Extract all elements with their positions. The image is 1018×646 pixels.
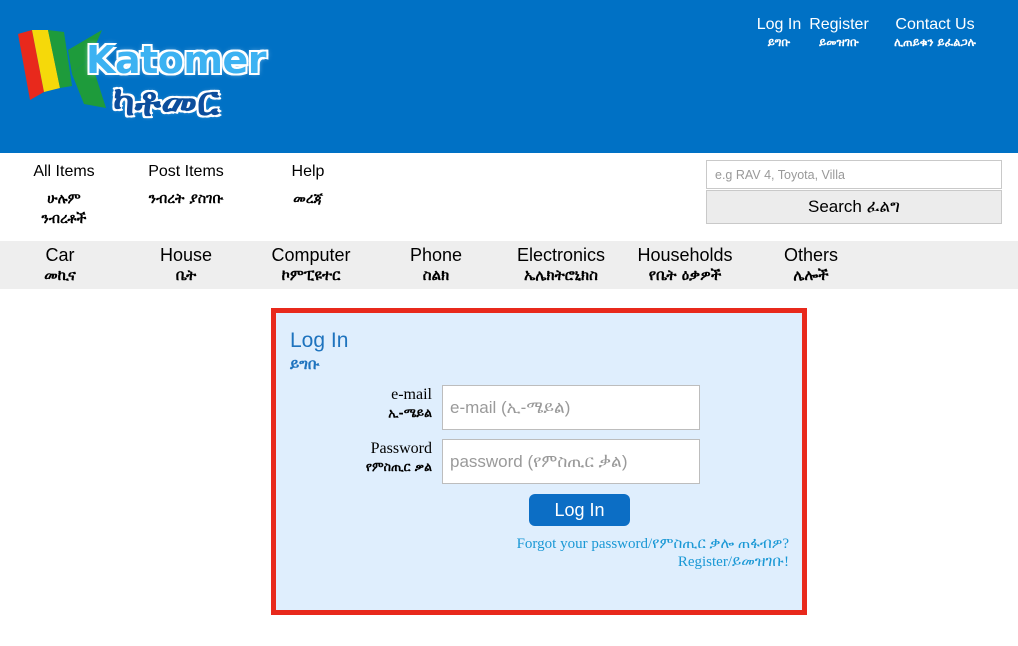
email-label: e-mail ኢ-ሜይል <box>388 386 432 422</box>
nav-all-items-label-am: ሁሉም ንብረቶች <box>41 191 87 227</box>
category-car-label-am: መኪና <box>44 266 76 284</box>
category-electronics-label-am: ኤሌክትሮኒክስ <box>524 266 598 284</box>
email-label-en: e-mail <box>391 386 432 403</box>
category-electronics[interactable]: Electronics ኤሌክትሮኒክስ <box>500 245 622 285</box>
nav-help-label: Help <box>291 163 325 180</box>
category-house-label-am: ቤት <box>175 266 197 284</box>
category-households[interactable]: Households የቤት ዕቃዎች <box>630 245 740 285</box>
category-others-label-am: ሌሎች <box>793 266 829 284</box>
header-register-label-am: ይመዝገቡ <box>819 35 859 49</box>
nav-all-items[interactable]: All Items ሁሉም ንብረቶች <box>24 163 104 229</box>
header-contact-label: Contact Us <box>895 16 975 33</box>
category-electronics-label: Electronics <box>516 245 606 265</box>
logo-wordmark: Katomer <box>86 38 266 82</box>
email-field[interactable] <box>442 385 700 430</box>
login-title: Log In ይግቡ <box>290 329 348 375</box>
password-label: Password የምስጢር ቃል <box>366 440 432 476</box>
login-title-en: Log In <box>290 329 349 352</box>
category-computer-label-am: ኮምፒዩተር <box>281 266 341 284</box>
forgot-password-link[interactable]: Forgot your password/የምስጢር ቃሎ ጠፋብዎ? <box>517 535 789 553</box>
login-submit-button[interactable]: Log In <box>529 494 630 526</box>
header-login-label-am: ይግቡ <box>767 35 791 49</box>
nav-post-items[interactable]: Post Items ንብረት ያስገቡ <box>128 163 244 209</box>
password-label-en: Password <box>370 440 432 457</box>
category-house[interactable]: House ቤት <box>146 245 226 285</box>
category-phone[interactable]: Phone ስልክ <box>396 245 476 285</box>
category-households-label: Households <box>637 245 733 265</box>
search-box: Search ፈልግ <box>706 160 1002 225</box>
password-label-am: የምስጢር ቃል <box>365 459 432 474</box>
category-phone-label: Phone <box>409 245 463 265</box>
site-logo[interactable]: Katomer ካቶመር <box>18 24 268 134</box>
main-nav: All Items ሁሉም ንብረቶች Post Items ንብረት ያስገቡ… <box>0 153 1018 241</box>
category-car[interactable]: Car መኪና <box>20 245 100 285</box>
category-bar: Car መኪና House ቤት Computer ኮምፒዩተር Phone ስ… <box>0 241 1018 289</box>
header-contact-label-am: ሊጠይቁን ይፈልጋሉ <box>894 35 976 49</box>
header-contact-link[interactable]: Contact Us ሊጠይቁን ይፈልጋሉ <box>874 16 996 51</box>
nav-all-items-label: All Items <box>33 163 95 180</box>
login-title-am: ይግቡ <box>290 355 320 373</box>
header-register-link[interactable]: Register ይመዝገቡ <box>805 16 873 51</box>
category-others[interactable]: Others ሌሎች <box>770 245 852 285</box>
search-input[interactable] <box>706 160 1002 189</box>
category-phone-label-am: ስልክ <box>422 266 450 284</box>
logo-wordmark-ethiopic: ካቶመር <box>113 79 220 125</box>
category-computer-label: Computer <box>271 245 351 265</box>
password-field[interactable] <box>442 439 700 484</box>
login-panel: Log In ይግቡ e-mail ኢ-ሜይል Password የምስጢር ቃ… <box>271 308 807 615</box>
category-car-label: Car <box>45 245 75 265</box>
nav-post-items-label-am: ንብረት ያስገቡ <box>148 191 224 207</box>
register-link[interactable]: Register/ይመዝገቡ! <box>678 553 789 571</box>
header-register-label: Register <box>809 16 869 33</box>
header-login-link[interactable]: Log In ይግቡ <box>752 16 806 51</box>
category-others-label: Others <box>783 245 839 265</box>
nav-help-label-am: መረጃ <box>293 191 323 207</box>
site-header: Katomer ካቶመር Log In ይግቡ Register ይመዝገቡ C… <box>0 0 1018 153</box>
email-label-am: ኢ-ሜይል <box>388 405 432 420</box>
category-computer[interactable]: Computer ኮምፒዩተር <box>256 245 366 285</box>
header-login-label: Log In <box>756 16 802 33</box>
category-house-label: House <box>159 245 213 265</box>
nav-help[interactable]: Help መረጃ <box>278 163 338 209</box>
category-households-label-am: የቤት ዕቃዎች <box>648 266 722 284</box>
search-button[interactable]: Search ፈልግ <box>706 190 1002 224</box>
nav-post-items-label: Post Items <box>148 163 224 180</box>
